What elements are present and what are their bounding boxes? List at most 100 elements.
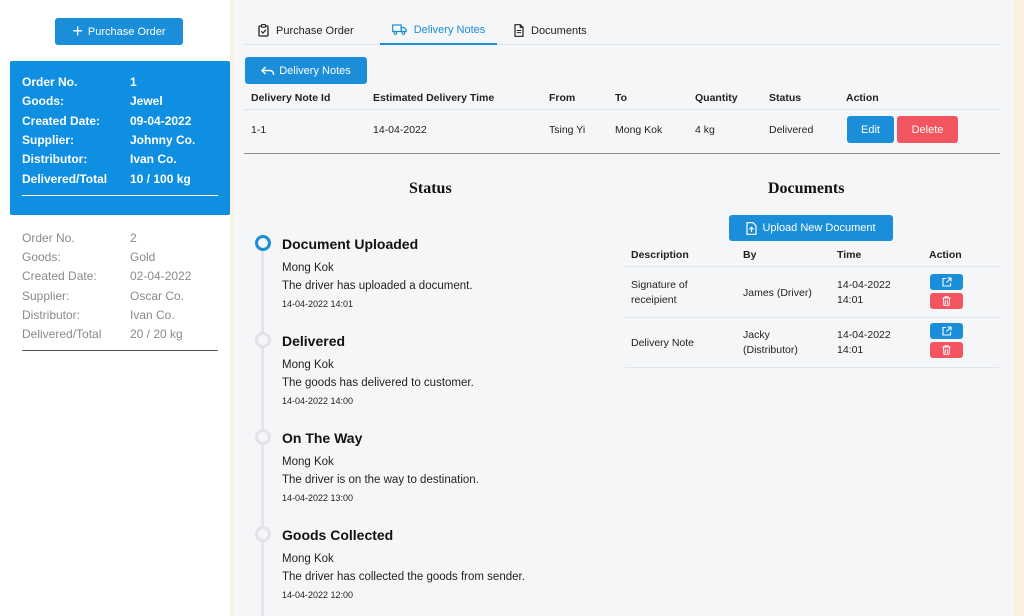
documents-section-title: Documents — [768, 180, 845, 197]
order-field-label: Order No. — [22, 231, 75, 245]
plus-icon: + — [72, 20, 83, 41]
order-sidebar: + Purchase Order Order No. 1 Goods: Jewe… — [0, 0, 230, 616]
event-description: The driver is on the way to destination. — [282, 474, 479, 486]
event-time: 14-04-2022 14:01 — [282, 299, 354, 309]
order-field-label: Order No. — [22, 75, 78, 89]
description-line: receipient — [631, 294, 677, 306]
column-header: Action — [929, 249, 962, 261]
tab-label: Documents — [531, 24, 587, 37]
order-field-label: Distributor: — [22, 308, 81, 322]
from-location: Tsing Yi — [549, 124, 586, 136]
tab-label: Purchase Order — [276, 24, 354, 37]
document-description: Delivery Note — [631, 336, 694, 351]
open-document-button[interactable] — [930, 274, 963, 290]
order-field-value: Gold — [130, 250, 156, 264]
order-field-value: 09-04-2022 — [130, 114, 192, 128]
status-section-title: Status — [409, 180, 452, 197]
time-line: 14-04-2022 — [837, 329, 891, 341]
document-description: Signature of receipient — [631, 278, 688, 308]
delete-button[interactable]: Delete — [897, 116, 958, 143]
event-location: Mong Kok — [282, 262, 334, 274]
timeline-dot — [255, 429, 271, 445]
order-card-1[interactable]: Order No. 1 Goods: Jewel Created Date: 0… — [10, 61, 230, 215]
trash-icon — [942, 345, 951, 355]
order-field-row: Goods: Gold — [22, 250, 222, 268]
column-header: Description — [631, 249, 689, 261]
back-to-delivery-notes-button[interactable]: Delivery Notes — [245, 57, 367, 84]
table-header: Description By Time Action — [625, 244, 999, 267]
open-document-button[interactable] — [930, 323, 963, 339]
order-field-label: Goods: — [22, 250, 61, 264]
trash-icon — [942, 296, 951, 306]
order-field-value: Jewel — [130, 94, 163, 108]
order-field-row: Delivered/Total 10 / 100 kg — [22, 172, 222, 190]
new-purchase-order-label: Purchase Order — [87, 25, 166, 38]
tab-purchase-order[interactable]: Purchase Order — [258, 16, 354, 45]
time-line: 14-04-2022 — [837, 279, 891, 291]
event-location: Mong Kok — [282, 553, 334, 565]
upload-document-button[interactable]: Upload New Document — [729, 215, 893, 241]
order-field-value: Ivan Co. — [130, 308, 175, 322]
order-card-2[interactable]: Order No. 2 Goods: Gold Created Date: 02… — [10, 225, 230, 355]
event-title: On The Way — [282, 430, 363, 446]
timeline-event: On The Way Mong Kok The driver is on the… — [255, 426, 595, 516]
divider — [22, 350, 218, 351]
timeline-dot — [255, 526, 271, 542]
delete-document-button[interactable] — [930, 293, 963, 309]
event-description: The goods has delivered to customer. — [282, 377, 474, 389]
order-field-value: 20 / 20 kg — [130, 327, 183, 341]
back-button-label: Delivery Notes — [279, 64, 351, 77]
edit-button[interactable]: Edit — [847, 116, 894, 143]
external-link-icon — [941, 326, 952, 336]
uploader-line: James (Driver) — [743, 287, 812, 299]
status-timeline: Document Uploaded Mong Kok The driver ha… — [255, 232, 595, 616]
order-field-value: 02-04-2022 — [130, 269, 192, 283]
timeline-dot-current — [255, 235, 271, 251]
order-field-value: 1 — [130, 75, 137, 89]
order-field-label: Delivered/Total — [22, 327, 102, 341]
order-field-value: Johnny Co. — [130, 133, 196, 147]
event-time: 14-04-2022 13:00 — [282, 493, 354, 503]
clipboard-icon — [258, 24, 269, 37]
new-purchase-order-button[interactable]: + Purchase Order — [55, 18, 183, 45]
column-header: From — [549, 92, 576, 104]
column-header: By — [743, 249, 757, 261]
estimated-delivery-time: 14-04-2022 — [373, 124, 427, 136]
table-header: Delivery Note Id Estimated Delivery Time… — [244, 86, 1000, 110]
event-time: 14-04-2022 12:00 — [282, 590, 354, 600]
order-field-label: Goods: — [22, 94, 64, 108]
order-field-row: Distributor: Ivan Co. — [22, 152, 222, 170]
timeline-dot — [255, 332, 271, 348]
divider — [22, 195, 218, 196]
description-line: Signature of — [631, 279, 688, 291]
order-field-row: Goods: Jewel — [22, 94, 222, 112]
order-field-label: Supplier: — [22, 289, 70, 303]
event-title: Delivered — [282, 333, 346, 349]
main-panel: Purchase Order Delivery Notes Documents — [233, 0, 1013, 616]
order-field-label: Supplier: — [22, 133, 75, 147]
tab-delivery-notes[interactable]: Delivery Notes — [380, 16, 497, 45]
tab-documents[interactable]: Documents — [514, 16, 587, 45]
document-time: 14-04-2022 14:01 — [837, 328, 891, 358]
timeline-event: Delivered Mong Kok The goods has deliver… — [255, 329, 595, 419]
column-header: Delivery Note Id — [251, 92, 331, 104]
delete-document-button[interactable] — [930, 342, 963, 358]
event-location: Mong Kok — [282, 456, 334, 468]
event-location: Mong Kok — [282, 359, 334, 371]
quantity: 4 kg — [695, 124, 715, 136]
order-field-label: Created Date: — [22, 114, 101, 128]
description-line: Delivery Note — [631, 337, 695, 349]
order-field-row: Supplier: Johnny Co. — [22, 133, 222, 151]
document-uploader: James (Driver) — [743, 286, 812, 301]
column-header: Status — [769, 92, 802, 104]
event-title: Goods Collected — [282, 527, 394, 543]
uploader-line: (Distributor) — [743, 344, 798, 356]
column-header: Action — [846, 92, 879, 104]
upload-file-icon — [746, 221, 758, 235]
order-field-row: Distributor: Ivan Co. — [22, 308, 222, 326]
timeline-event: Document Uploaded Mong Kok The driver ha… — [255, 232, 595, 322]
table-row: Signature of receipient James (Driver) 1… — [625, 268, 999, 318]
event-description: The driver has collected the goods from … — [282, 571, 525, 583]
time-line: 14:01 — [837, 344, 864, 356]
order-field-row: Supplier: Oscar Co. — [22, 289, 222, 307]
